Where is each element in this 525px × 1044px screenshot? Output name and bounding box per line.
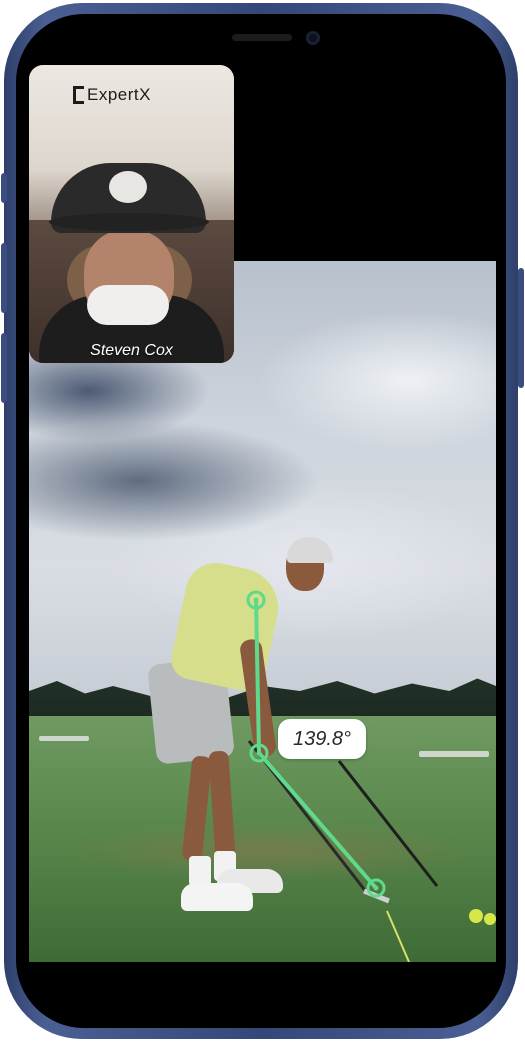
earpiece-speaker	[232, 34, 292, 41]
brand-logo: ExpertX	[73, 85, 151, 105]
swing-analysis-overlay	[246, 590, 439, 962]
pip-person-cap-brim	[49, 213, 209, 231]
volume-up-button	[1, 243, 7, 313]
measure-line-lower	[257, 751, 378, 890]
brand-logo-mark-icon	[73, 86, 84, 104]
angle-measurement-label: 139.8°	[278, 719, 366, 759]
front-camera-icon	[306, 31, 320, 45]
pip-cap-logo-icon	[109, 171, 147, 203]
measure-line-upper	[254, 599, 261, 754]
aim-line	[386, 910, 410, 962]
pip-person-collar	[87, 285, 169, 325]
pip-video-feed[interactable]: ExpertX Steven Cox	[29, 65, 234, 363]
mute-switch	[1, 173, 7, 203]
measure-handle-vertex-dot	[256, 750, 262, 756]
volume-down-button	[1, 333, 7, 403]
measure-handle-bottom-dot	[373, 885, 379, 891]
main-video-feed[interactable]: 139.8°	[29, 261, 496, 962]
alignment-stick	[337, 760, 439, 887]
measure-handle-top-dot	[253, 597, 259, 603]
brand-logo-text: ExpertX	[87, 85, 151, 104]
caller-name-label: Steven Cox	[90, 342, 173, 359]
power-button	[518, 268, 524, 388]
